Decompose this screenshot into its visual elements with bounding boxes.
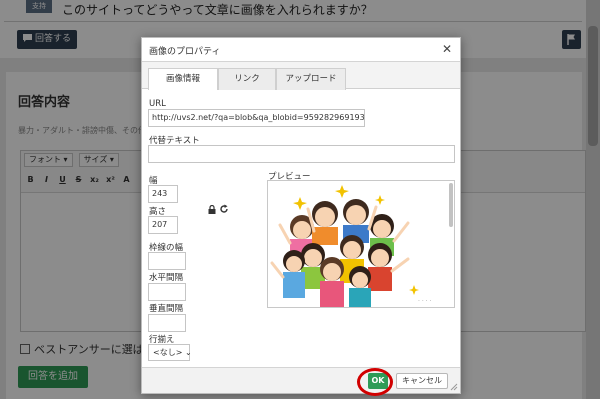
- dialog-title: 画像のプロパティ: [149, 47, 221, 57]
- chevron-down-icon: ⌄: [184, 348, 192, 357]
- close-icon[interactable]: ✕: [442, 42, 452, 56]
- preview-scrollbar[interactable]: [449, 183, 453, 227]
- dialog-tabs: 画像情報 リンク アップロード: [142, 62, 460, 90]
- border-width-field[interactable]: [148, 252, 186, 270]
- image-properties-dialog: 画像のプロパティ ✕ 画像情報 リンク アップロード URL http://uv…: [141, 37, 461, 394]
- horizontal-spacing-field[interactable]: [148, 283, 186, 301]
- annotation-circle: [357, 368, 393, 396]
- vertical-spacing-label: 垂直間隔: [149, 304, 184, 314]
- tab-link[interactable]: リンク: [218, 68, 276, 90]
- tab-image-info[interactable]: 画像情報: [148, 68, 218, 90]
- reset-size-icon[interactable]: [219, 204, 229, 214]
- url-field[interactable]: http://uvs2.net/?qa=blob&qa_blobid=95928…: [148, 109, 365, 127]
- horizontal-spacing-label: 水平間隔: [149, 273, 184, 283]
- preview-watermark: · · · ·: [418, 298, 431, 305]
- vertical-spacing-field[interactable]: [148, 314, 186, 332]
- tab-upload[interactable]: アップロード: [276, 68, 346, 90]
- preview-illustration: · · · ·: [270, 185, 431, 307]
- height-field[interactable]: 207: [148, 216, 178, 234]
- cancel-button[interactable]: キャンセル: [396, 373, 448, 389]
- resize-grip-icon[interactable]: [450, 383, 458, 391]
- image-preview: · · · ·: [267, 180, 455, 308]
- alignment-select[interactable]: <なし> ⌄: [148, 344, 192, 361]
- alignment-select-value: <なし>: [153, 348, 183, 357]
- lock-icon[interactable]: [208, 205, 216, 214]
- alt-text-field[interactable]: [148, 145, 455, 163]
- dialog-header: 画像のプロパティ ✕: [142, 38, 460, 62]
- width-field[interactable]: 243: [148, 185, 178, 203]
- url-label: URL: [149, 99, 166, 109]
